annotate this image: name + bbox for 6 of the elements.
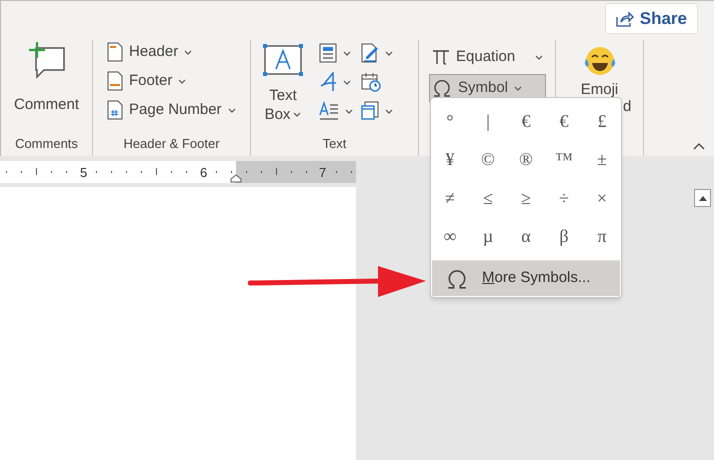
group-label: Header & Footer	[122, 135, 221, 153]
ruler-number: 6	[200, 164, 208, 182]
group-label: Comments	[14, 135, 79, 153]
ruler-number: 5	[80, 164, 88, 182]
ruler-number: 7	[319, 164, 326, 182]
group-label: Text	[322, 135, 348, 153]
